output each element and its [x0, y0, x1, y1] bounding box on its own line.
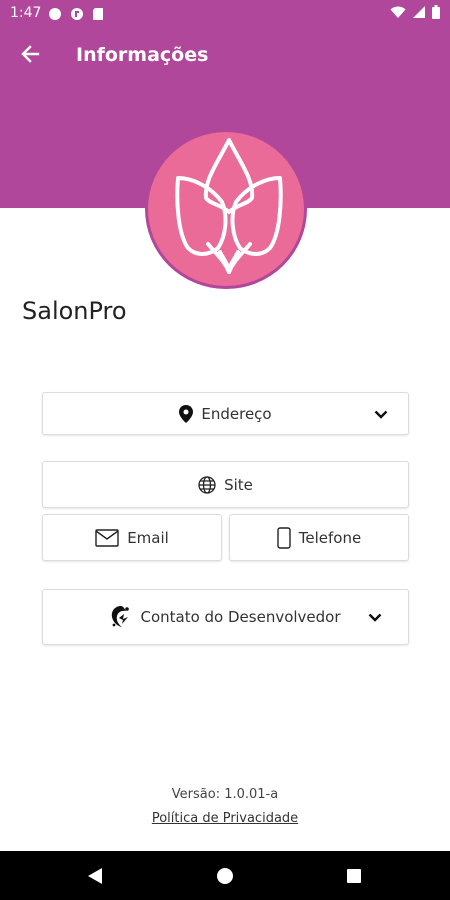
- wifi-icon: [390, 4, 406, 23]
- system-nav-bar: [0, 851, 450, 900]
- signal-icon: [412, 4, 426, 23]
- site-card[interactable]: Site: [42, 461, 409, 508]
- developer-logo-icon: [110, 605, 132, 629]
- salon-name: SalonPro: [22, 297, 127, 325]
- notification-dot-icon: [48, 6, 62, 20]
- email-card[interactable]: Email: [42, 514, 222, 561]
- lotus-flower-icon: [175, 138, 283, 274]
- back-button[interactable]: [10, 38, 50, 74]
- site-label: Site: [224, 475, 253, 494]
- address-card[interactable]: Endereço: [42, 392, 409, 435]
- envelope-icon: [95, 528, 119, 547]
- privacy-policy-link[interactable]: Política de Privacidade: [0, 811, 450, 826]
- chevron-down-icon: [374, 404, 388, 423]
- salon-logo: [145, 129, 307, 289]
- status-time: 1:47: [10, 5, 42, 21]
- chevron-down-icon: [368, 608, 382, 627]
- arrow-back-icon: [20, 44, 40, 68]
- status-right-icons: [390, 4, 440, 23]
- email-label: Email: [127, 528, 169, 547]
- developer-contact-card[interactable]: Contato do Desenvolvedor: [42, 589, 409, 645]
- status-bar: 1:47: [0, 0, 450, 26]
- sd-card-icon: [92, 6, 106, 20]
- location-pin-icon: [179, 404, 194, 423]
- phone-card[interactable]: Telefone: [229, 514, 409, 561]
- address-label: Endereço: [201, 404, 272, 423]
- back-triangle-icon[interactable]: [84, 865, 106, 887]
- version-text: Versão: 1.0.01-a: [171, 787, 279, 802]
- app-notification-icon: [70, 6, 84, 20]
- globe-icon: [198, 475, 216, 494]
- page-title: Informações: [76, 44, 209, 66]
- battery-icon: [432, 4, 440, 23]
- phone-icon: [277, 526, 291, 549]
- developer-contact-label: Contato do Desenvolvedor: [140, 608, 341, 626]
- home-circle-icon[interactable]: [214, 865, 236, 887]
- recents-square-icon[interactable]: [343, 865, 365, 887]
- phone-label: Telefone: [298, 528, 362, 547]
